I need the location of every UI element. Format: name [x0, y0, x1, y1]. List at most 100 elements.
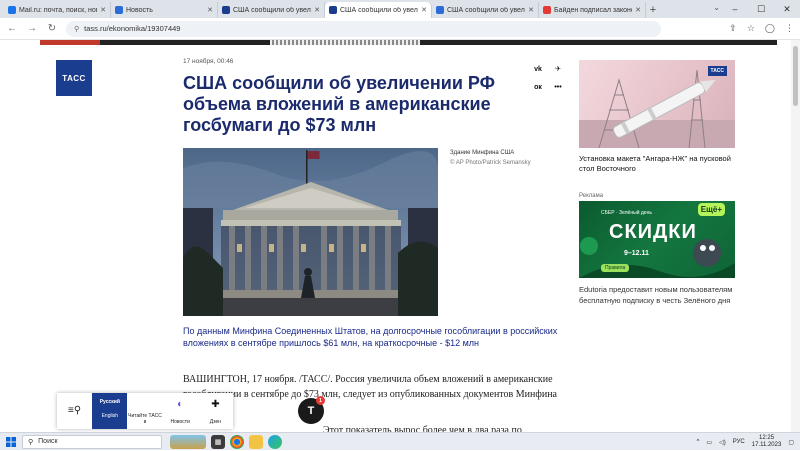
new-tab-button[interactable]: +	[646, 2, 660, 18]
sidebar-news-image: ТАСС	[579, 60, 735, 148]
network-icon[interactable]: ▭	[706, 439, 712, 446]
taskbar-search-placeholder: Поиск	[38, 438, 58, 445]
bookmark-star-icon[interactable]: ☆	[747, 23, 755, 34]
tab-close-icon[interactable]: ✕	[635, 6, 641, 14]
tab-close-icon[interactable]: ✕	[314, 6, 320, 14]
widget-lang-english[interactable]: English	[102, 413, 118, 419]
url-box[interactable]: ⚲	[66, 20, 662, 37]
ad-description[interactable]: Edutoria предоставит новым пользователям…	[579, 284, 739, 306]
site-info-icon[interactable]: ⚲	[74, 25, 79, 33]
vk-share-button[interactable]: vk	[530, 62, 546, 76]
photo-caption-text: Здание Минфина США	[450, 150, 515, 156]
browser-tab[interactable]: США сообщили об увеличении✕	[325, 2, 432, 18]
scrollbar-thumb[interactable]	[793, 46, 798, 106]
article-date: 17 ноября, 00:46	[183, 58, 234, 65]
widget-dzen[interactable]: ✚ Дзен	[198, 393, 233, 429]
volume-icon[interactable]: ◁)	[719, 439, 726, 446]
tab-close-icon[interactable]: ✕	[207, 6, 213, 14]
reload-icon[interactable]: ↻	[46, 23, 58, 34]
tab-title: США сообщили об увеличении	[233, 6, 311, 14]
url-input[interactable]	[84, 24, 385, 33]
news-icon: ◐	[177, 399, 184, 410]
tab-favicon-icon	[115, 6, 123, 14]
browser-tab[interactable]: Байден подписал законопроект✕	[539, 2, 646, 18]
browser-tab[interactable]: Новость ✕	[111, 2, 218, 18]
widget-menu[interactable]: ≡⚲	[57, 393, 92, 429]
ok-share-button[interactable]: ок	[530, 80, 546, 94]
tray-language[interactable]: РУС	[733, 439, 745, 445]
windows-start-icon[interactable]	[0, 433, 22, 451]
floating-button-letter: Т	[307, 405, 315, 417]
maximize-button[interactable]: ☐	[748, 0, 774, 18]
browser-tab[interactable]: США сообщили об увеличении✕	[432, 2, 539, 18]
forward-icon[interactable]: →	[26, 23, 38, 34]
tab-title: США сообщили об увеличении	[340, 6, 418, 14]
taskbar-time: 12:25	[759, 435, 775, 441]
profile-icon[interactable]: ◯	[765, 23, 775, 34]
ad-label: Реклама	[579, 193, 604, 199]
back-icon[interactable]: ←	[6, 23, 18, 34]
widget-news-label: Новости	[170, 419, 190, 425]
tab-favicon-icon	[543, 6, 551, 14]
taskbar-clock[interactable]: 12:25 17.11.2023	[752, 435, 782, 449]
sidebar-ad[interactable]: СБЕР · Зелёный день СКИДКИ 9–12.11 Прави…	[579, 201, 735, 278]
tab-title: Новость	[126, 6, 153, 14]
tray-chevron-icon[interactable]: ^	[697, 439, 700, 445]
ad-banner-pattern	[270, 40, 420, 45]
tab-favicon-icon	[436, 6, 444, 14]
ad-big-text: СКИДКИ	[609, 221, 697, 243]
taskbar-apps: ▦	[170, 434, 282, 449]
chrome-icon[interactable]	[230, 434, 244, 449]
share-panel: vk ✈ ок •••	[530, 62, 566, 94]
menu-search-icon: ≡⚲	[68, 405, 82, 416]
tab-search-icon[interactable]: ⌄	[713, 3, 720, 12]
taskbar-search[interactable]: ⚲ Поиск	[22, 434, 162, 449]
tab-close-icon[interactable]: ✕	[421, 6, 427, 14]
tab-close-icon[interactable]: ✕	[528, 6, 534, 14]
article-paragraph-1: ВАШИНГТОН, 17 ноября. /ТАСС/. Россия уве…	[183, 374, 557, 415]
tab-favicon-icon	[222, 6, 230, 14]
widget-dzen-label: Дзен	[209, 419, 222, 425]
landscape-widget-icon[interactable]	[170, 434, 206, 449]
minimize-button[interactable]: –	[722, 0, 748, 18]
browser-toolbar: ⇪ ☆ ◯ ⋮	[729, 23, 794, 34]
widget-language[interactable]: Русский English	[92, 393, 128, 429]
floating-tass-button[interactable]: Т 1	[298, 396, 325, 424]
top-ad-banner[interactable]	[40, 40, 777, 45]
task-view-icon[interactable]: ▦	[211, 434, 225, 449]
edge-icon[interactable]	[268, 434, 282, 449]
article-header: 17 ноября, 00:46 США сообщили об увеличе…	[183, 58, 563, 136]
folder-icon[interactable]	[249, 434, 263, 449]
windows-taskbar: ⚲ Поиск ▦ ^ ▭ ◁) РУС 12:25 17.11.2023 ▢	[0, 432, 800, 450]
ad-rules-button[interactable]: Правила	[601, 264, 630, 272]
address-bar: ← → ↻ ⚲ ⇪ ☆ ◯ ⋮	[0, 18, 800, 40]
notifications-icon[interactable]: ▢	[788, 439, 794, 446]
page-scrollbar[interactable]	[791, 40, 800, 432]
notification-badge: 1	[316, 396, 325, 405]
ad-banner-accent	[40, 40, 100, 45]
telegram-share-button[interactable]: ✈	[550, 62, 566, 76]
browser-tab[interactable]: Mail.ru: почта, поиск, новости✕	[4, 2, 111, 18]
close-window-button[interactable]: ✕	[774, 0, 800, 18]
photo-caption: Здание Минфина США © AP Photo/Patrick Se…	[450, 148, 560, 168]
sidebar-card-caption: Установка макета "Ангара-НЖ" на пусковой…	[579, 154, 731, 173]
ad-dates: 9–12.11	[624, 250, 649, 257]
ad-top-text: СБЕР · Зелёный день	[601, 210, 652, 216]
widget-read-label: Читайте ТАСС в	[128, 413, 162, 425]
tab-title: США сообщили об увеличении	[447, 6, 525, 14]
article-headline: США сообщили об увеличении РФ объема вло…	[183, 73, 496, 135]
article-photo	[183, 148, 438, 316]
sidebar-news-card[interactable]: ТАСС Установка макета "Ангара-НЖ" на пус…	[579, 60, 735, 178]
browser-tabbar: Mail.ru: почта, поиск, новости✕Новость✕С…	[0, 0, 800, 18]
tass-logo[interactable]: ТАСС	[56, 60, 92, 96]
more-share-button[interactable]: •••	[550, 80, 566, 94]
tab-close-icon[interactable]: ✕	[100, 6, 106, 14]
ad-badge: Ещё+	[697, 203, 725, 216]
menu-dots-icon[interactable]: ⋮	[785, 23, 794, 34]
tab-favicon-icon	[8, 6, 16, 14]
browser-tab[interactable]: США сообщили об увеличении✕	[218, 2, 325, 18]
tab-title: Mail.ru: почта, поиск, новости	[19, 6, 97, 14]
share-page-icon[interactable]: ⇪	[729, 23, 737, 34]
widget-news[interactable]: ◐ Новости	[163, 393, 198, 429]
widget-read-tass[interactable]: Читайте ТАСС в	[127, 393, 162, 429]
